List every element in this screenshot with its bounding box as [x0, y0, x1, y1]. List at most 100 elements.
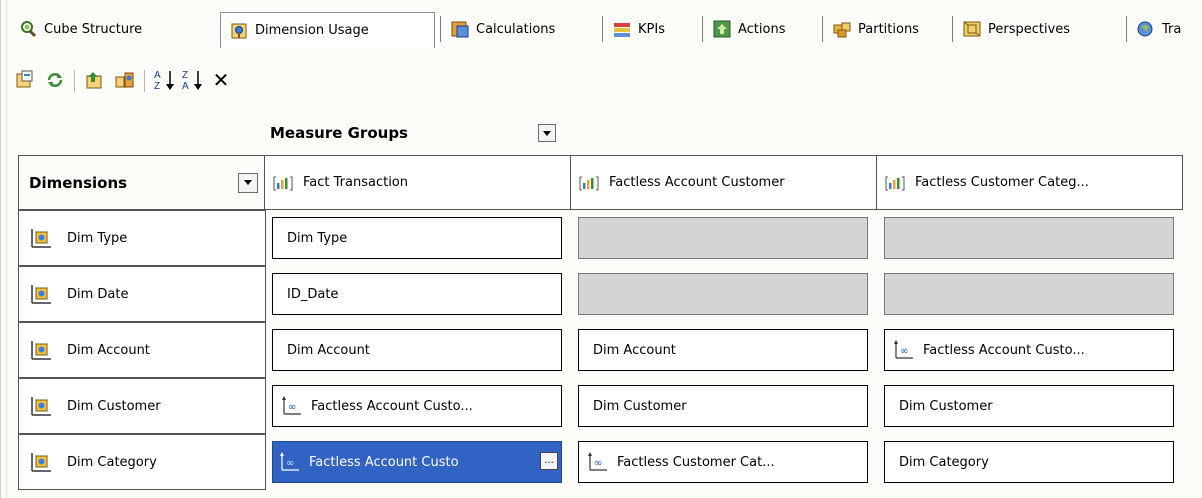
granularity-attribute-label: Dim Type — [287, 230, 348, 246]
measure-group-header[interactable]: Factless Customer Categ... — [876, 155, 1183, 210]
relationship-cell[interactable]: ID_Date — [272, 273, 562, 315]
measure-groups-header: Measure Groups — [270, 118, 408, 148]
define-relationship-button[interactable]: ... — [540, 452, 558, 470]
cube-dimension-icon — [31, 397, 51, 416]
intermediate-measure-group-label: Factless Customer Cat... — [617, 454, 775, 470]
delete-button[interactable]: ✕ — [208, 68, 234, 92]
many-to-many-icon: ∞ — [280, 452, 299, 471]
relationship-cell[interactable]: ∞ Factless Customer Cat... — [578, 441, 868, 483]
measure-group-label: Factless Account Customer — [609, 175, 785, 190]
tab-label: Calculations — [476, 21, 556, 37]
cube-structure-icon — [21, 21, 37, 38]
left-border — [0, 0, 1, 498]
relationship-cell[interactable]: Dim Account — [578, 329, 868, 371]
relationship-cell[interactable]: Dim Type — [272, 217, 562, 259]
dimension-row-header[interactable]: Dim Type — [18, 210, 266, 266]
tab-separator — [822, 16, 823, 42]
refresh-button[interactable] — [42, 68, 68, 92]
tab-separator — [702, 16, 703, 42]
dimensions-label: Dimensions — [29, 173, 128, 192]
cube-dimension-icon — [31, 285, 51, 304]
tab-separator — [952, 16, 953, 42]
tab-cube-structure[interactable]: Cube Structure — [10, 10, 215, 48]
kpis-icon — [614, 23, 630, 37]
cube-dimension-icon — [31, 341, 51, 360]
show-all-dimensions-icon — [86, 72, 102, 89]
granularity-attribute-label: Dim Category — [899, 454, 989, 470]
dimension-label: Dim Customer — [67, 398, 161, 414]
dimensions-header: Dimensions — [18, 155, 266, 210]
relationship-cell-selected[interactable]: ∞ Factless Account Custo ... — [272, 441, 562, 483]
intermediate-measure-group-label: Factless Account Custo — [309, 454, 459, 470]
translations-icon — [1137, 21, 1153, 37]
tab-label: Tra — [1162, 21, 1182, 37]
tab-actions[interactable]: Actions — [704, 10, 822, 48]
many-to-many-icon: ∞ — [588, 452, 607, 471]
svg-text:A: A — [182, 81, 189, 92]
measure-groups-label: Measure Groups — [270, 124, 408, 142]
dimension-usage-icon — [231, 23, 247, 38]
many-to-many-icon: ∞ — [282, 396, 301, 415]
tab-translations[interactable]: Tra — [1128, 10, 1202, 48]
intermediate-measure-group-label: Factless Account Custo... — [311, 398, 473, 414]
intermediate-measure-group-label: Factless Account Custo... — [923, 342, 1085, 358]
sort-descending-icon: Z A — [182, 70, 202, 92]
granularity-attribute-label: Dim Account — [593, 342, 676, 358]
tab-separator — [1126, 16, 1127, 42]
sort-descending-button[interactable]: Z A — [180, 68, 206, 92]
show-all-dimensions-button[interactable] — [82, 68, 108, 92]
svg-text:∞: ∞ — [900, 346, 908, 357]
dimensions-dropdown-button[interactable] — [238, 172, 258, 193]
dimension-row-header[interactable]: Dim Customer — [18, 378, 266, 434]
designer-tab-strip: Cube Structure Dimension Usage Calculati… — [10, 10, 1202, 48]
add-measure-group-button[interactable] — [112, 68, 138, 92]
partitions-icon — [833, 22, 851, 38]
tab-perspectives[interactable]: Perspectives — [954, 10, 1124, 48]
tab-label: Perspectives — [988, 21, 1071, 37]
ellipsis-icon: ... — [544, 455, 554, 466]
svg-text:∞: ∞ — [594, 458, 602, 469]
relationship-cell-empty[interactable] — [884, 217, 1174, 259]
measure-group-header[interactable]: Factless Account Customer — [570, 155, 877, 210]
relationship-cell-empty[interactable] — [884, 273, 1174, 315]
cube-dimension-icon — [31, 453, 51, 472]
measure-group-icon — [885, 176, 905, 190]
tab-partitions[interactable]: Partitions — [824, 10, 952, 48]
dimension-row-header[interactable]: Dim Date — [18, 266, 266, 322]
relationship-cell[interactable]: ∞ Factless Account Custo... — [884, 329, 1174, 371]
measure-group-icon — [273, 176, 293, 190]
dimension-label: Dim Date — [67, 286, 129, 302]
tab-label: Dimension Usage — [255, 23, 369, 38]
sort-ascending-button[interactable]: A Z — [152, 68, 178, 92]
relationship-cell[interactable]: Dim Customer — [884, 385, 1174, 427]
granularity-attribute-label: ID_Date — [287, 286, 339, 302]
dimension-row-header[interactable]: Dim Account — [18, 322, 266, 378]
measure-groups-dropdown-button[interactable] — [538, 124, 556, 142]
tab-label: Actions — [738, 21, 786, 37]
tab-kpis[interactable]: KPIs — [604, 10, 700, 48]
granularity-attribute-label: Dim Customer — [899, 398, 993, 414]
relationship-cell-empty[interactable] — [578, 217, 868, 259]
dimension-usage-toolbar: A Z Z A ✕ — [10, 60, 610, 100]
measure-group-header[interactable]: Fact Transaction — [264, 155, 571, 210]
measure-group-label: Factless Customer Categ... — [915, 175, 1089, 190]
tab-dimension-usage[interactable]: Dimension Usage — [220, 12, 435, 48]
relationship-cell[interactable]: ∞ Factless Account Custo... — [272, 385, 562, 427]
dimension-label: Dim Account — [67, 342, 150, 358]
svg-text:A: A — [154, 70, 161, 81]
add-cube-dimension-button[interactable] — [12, 68, 38, 92]
left-border-inner — [6, 0, 7, 498]
toolbar-separator — [74, 70, 75, 92]
relationship-cell[interactable]: Dim Category — [884, 441, 1174, 483]
dimension-row-header[interactable]: Dim Category — [18, 434, 266, 490]
granularity-attribute-label: Dim Account — [287, 342, 370, 358]
tab-calculations[interactable]: Calculations — [442, 10, 597, 48]
tab-label: KPIs — [638, 21, 665, 37]
relationship-cell-empty[interactable] — [578, 273, 868, 315]
relationship-cell[interactable]: Dim Account — [272, 329, 562, 371]
measure-group-label: Fact Transaction — [303, 175, 408, 190]
tab-separator — [440, 16, 441, 42]
svg-text:Z: Z — [182, 70, 188, 81]
relationship-cell[interactable]: Dim Customer — [578, 385, 868, 427]
svg-text:∞: ∞ — [286, 458, 294, 469]
